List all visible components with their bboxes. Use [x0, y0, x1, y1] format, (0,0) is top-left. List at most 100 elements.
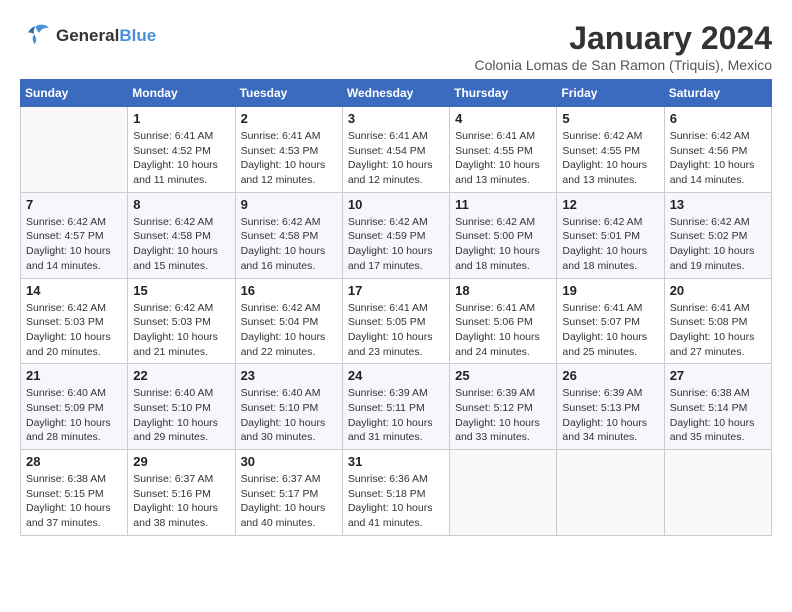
- column-header-monday: Monday: [128, 80, 235, 107]
- day-info: Sunrise: 6:42 AM Sunset: 5:03 PM Dayligh…: [133, 301, 229, 360]
- day-info: Sunrise: 6:41 AM Sunset: 4:53 PM Dayligh…: [241, 129, 337, 188]
- calendar-cell: [450, 450, 557, 536]
- calendar-cell: 3 Sunrise: 6:41 AM Sunset: 4:54 PM Daylig…: [342, 107, 449, 193]
- calendar-cell: 29 Sunrise: 6:37 AM Sunset: 5:16 PM Dayli…: [128, 450, 235, 536]
- logo: GeneralBlue: [20, 20, 156, 52]
- calendar-cell: 23 Sunrise: 6:40 AM Sunset: 5:10 PM Dayli…: [235, 364, 342, 450]
- day-info: Sunrise: 6:37 AM Sunset: 5:16 PM Dayligh…: [133, 472, 229, 531]
- day-info: Sunrise: 6:42 AM Sunset: 4:56 PM Dayligh…: [670, 129, 766, 188]
- day-number: 20: [670, 283, 766, 298]
- day-info: Sunrise: 6:42 AM Sunset: 5:01 PM Dayligh…: [562, 215, 658, 274]
- calendar-cell: [21, 107, 128, 193]
- calendar-cell: 31 Sunrise: 6:36 AM Sunset: 5:18 PM Dayli…: [342, 450, 449, 536]
- day-number: 3: [348, 111, 444, 126]
- calendar-cell: 15 Sunrise: 6:42 AM Sunset: 5:03 PM Dayli…: [128, 278, 235, 364]
- calendar-cell: 10 Sunrise: 6:42 AM Sunset: 4:59 PM Dayli…: [342, 192, 449, 278]
- day-number: 5: [562, 111, 658, 126]
- page-header: GeneralBlue January 2024 Colonia Lomas d…: [20, 20, 772, 73]
- location-title: Colonia Lomas de San Ramon (Triquis), Me…: [475, 57, 773, 73]
- calendar-cell: 18 Sunrise: 6:41 AM Sunset: 5:06 PM Dayli…: [450, 278, 557, 364]
- day-info: Sunrise: 6:42 AM Sunset: 4:59 PM Dayligh…: [348, 215, 444, 274]
- column-header-tuesday: Tuesday: [235, 80, 342, 107]
- column-header-wednesday: Wednesday: [342, 80, 449, 107]
- calendar-cell: 13Sunrise: 6:42 AM Sunset: 5:02 PM Dayli…: [664, 192, 771, 278]
- day-number: 23: [241, 368, 337, 383]
- day-number: 21: [26, 368, 122, 383]
- calendar-cell: 28 Sunrise: 6:38 AM Sunset: 5:15 PM Dayli…: [21, 450, 128, 536]
- day-info: Sunrise: 6:42 AM Sunset: 4:58 PM Dayligh…: [241, 215, 337, 274]
- week-row-5: 28 Sunrise: 6:38 AM Sunset: 5:15 PM Dayli…: [21, 450, 772, 536]
- day-info: Sunrise: 6:39 AM Sunset: 5:13 PM Dayligh…: [562, 386, 658, 445]
- day-number: 26: [562, 368, 658, 383]
- day-info: Sunrise: 6:40 AM Sunset: 5:10 PM Dayligh…: [133, 386, 229, 445]
- calendar-cell: 26 Sunrise: 6:39 AM Sunset: 5:13 PM Dayli…: [557, 364, 664, 450]
- day-number: 7: [26, 197, 122, 212]
- day-number: 10: [348, 197, 444, 212]
- day-number: 24: [348, 368, 444, 383]
- title-block: January 2024 Colonia Lomas de San Ramon …: [475, 20, 773, 73]
- day-info: Sunrise: 6:41 AM Sunset: 5:06 PM Dayligh…: [455, 301, 551, 360]
- calendar-cell: 5Sunrise: 6:42 AM Sunset: 4:55 PM Daylig…: [557, 107, 664, 193]
- day-number: 9: [241, 197, 337, 212]
- day-number: 13: [670, 197, 766, 212]
- day-number: 4: [455, 111, 551, 126]
- day-info: Sunrise: 6:41 AM Sunset: 4:52 PM Dayligh…: [133, 129, 229, 188]
- day-number: 28: [26, 454, 122, 469]
- day-info: Sunrise: 6:42 AM Sunset: 4:57 PM Dayligh…: [26, 215, 122, 274]
- calendar-table: SundayMondayTuesdayWednesdayThursdayFrid…: [20, 79, 772, 536]
- day-info: Sunrise: 6:42 AM Sunset: 5:04 PM Dayligh…: [241, 301, 337, 360]
- day-info: Sunrise: 6:38 AM Sunset: 5:14 PM Dayligh…: [670, 386, 766, 445]
- week-row-1: 1 Sunrise: 6:41 AM Sunset: 4:52 PM Daylig…: [21, 107, 772, 193]
- calendar-cell: 7 Sunrise: 6:42 AM Sunset: 4:57 PM Daylig…: [21, 192, 128, 278]
- day-number: 18: [455, 283, 551, 298]
- day-number: 29: [133, 454, 229, 469]
- calendar-cell: 11 Sunrise: 6:42 AM Sunset: 5:00 PM Dayli…: [450, 192, 557, 278]
- day-number: 30: [241, 454, 337, 469]
- day-number: 12: [562, 197, 658, 212]
- calendar-cell: [557, 450, 664, 536]
- calendar-cell: 12 Sunrise: 6:42 AM Sunset: 5:01 PM Dayli…: [557, 192, 664, 278]
- week-row-3: 14Sunrise: 6:42 AM Sunset: 5:03 PM Dayli…: [21, 278, 772, 364]
- day-number: 27: [670, 368, 766, 383]
- day-number: 1: [133, 111, 229, 126]
- calendar-cell: 16 Sunrise: 6:42 AM Sunset: 5:04 PM Dayli…: [235, 278, 342, 364]
- day-info: Sunrise: 6:42 AM Sunset: 5:00 PM Dayligh…: [455, 215, 551, 274]
- day-number: 16: [241, 283, 337, 298]
- calendar-cell: 2 Sunrise: 6:41 AM Sunset: 4:53 PM Daylig…: [235, 107, 342, 193]
- calendar-cell: 1 Sunrise: 6:41 AM Sunset: 4:52 PM Daylig…: [128, 107, 235, 193]
- calendar-cell: 17Sunrise: 6:41 AM Sunset: 5:05 PM Dayli…: [342, 278, 449, 364]
- logo-bird-icon: [20, 20, 52, 52]
- day-info: Sunrise: 6:41 AM Sunset: 4:54 PM Dayligh…: [348, 129, 444, 188]
- calendar-header-row: SundayMondayTuesdayWednesdayThursdayFrid…: [21, 80, 772, 107]
- day-number: 2: [241, 111, 337, 126]
- calendar-cell: 22Sunrise: 6:40 AM Sunset: 5:10 PM Dayli…: [128, 364, 235, 450]
- column-header-saturday: Saturday: [664, 80, 771, 107]
- day-info: Sunrise: 6:38 AM Sunset: 5:15 PM Dayligh…: [26, 472, 122, 531]
- day-info: Sunrise: 6:40 AM Sunset: 5:10 PM Dayligh…: [241, 386, 337, 445]
- day-info: Sunrise: 6:39 AM Sunset: 5:12 PM Dayligh…: [455, 386, 551, 445]
- day-number: 25: [455, 368, 551, 383]
- calendar-cell: 8 Sunrise: 6:42 AM Sunset: 4:58 PM Daylig…: [128, 192, 235, 278]
- calendar-cell: 24Sunrise: 6:39 AM Sunset: 5:11 PM Dayli…: [342, 364, 449, 450]
- calendar-cell: 4Sunrise: 6:41 AM Sunset: 4:55 PM Daylig…: [450, 107, 557, 193]
- day-number: 31: [348, 454, 444, 469]
- calendar-cell: 25 Sunrise: 6:39 AM Sunset: 5:12 PM Dayli…: [450, 364, 557, 450]
- month-title: January 2024: [475, 20, 773, 57]
- calendar-cell: 30 Sunrise: 6:37 AM Sunset: 5:17 PM Dayli…: [235, 450, 342, 536]
- day-number: 6: [670, 111, 766, 126]
- day-number: 11: [455, 197, 551, 212]
- calendar-cell: 9 Sunrise: 6:42 AM Sunset: 4:58 PM Daylig…: [235, 192, 342, 278]
- day-number: 19: [562, 283, 658, 298]
- day-info: Sunrise: 6:41 AM Sunset: 5:07 PM Dayligh…: [562, 301, 658, 360]
- day-info: Sunrise: 6:42 AM Sunset: 4:58 PM Dayligh…: [133, 215, 229, 274]
- logo-text: GeneralBlue: [56, 26, 156, 46]
- column-header-friday: Friday: [557, 80, 664, 107]
- day-info: Sunrise: 6:37 AM Sunset: 5:17 PM Dayligh…: [241, 472, 337, 531]
- day-info: Sunrise: 6:42 AM Sunset: 5:03 PM Dayligh…: [26, 301, 122, 360]
- day-number: 15: [133, 283, 229, 298]
- calendar-cell: 6 Sunrise: 6:42 AM Sunset: 4:56 PM Daylig…: [664, 107, 771, 193]
- day-info: Sunrise: 6:36 AM Sunset: 5:18 PM Dayligh…: [348, 472, 444, 531]
- calendar-cell: [664, 450, 771, 536]
- day-number: 8: [133, 197, 229, 212]
- day-info: Sunrise: 6:41 AM Sunset: 5:05 PM Dayligh…: [348, 301, 444, 360]
